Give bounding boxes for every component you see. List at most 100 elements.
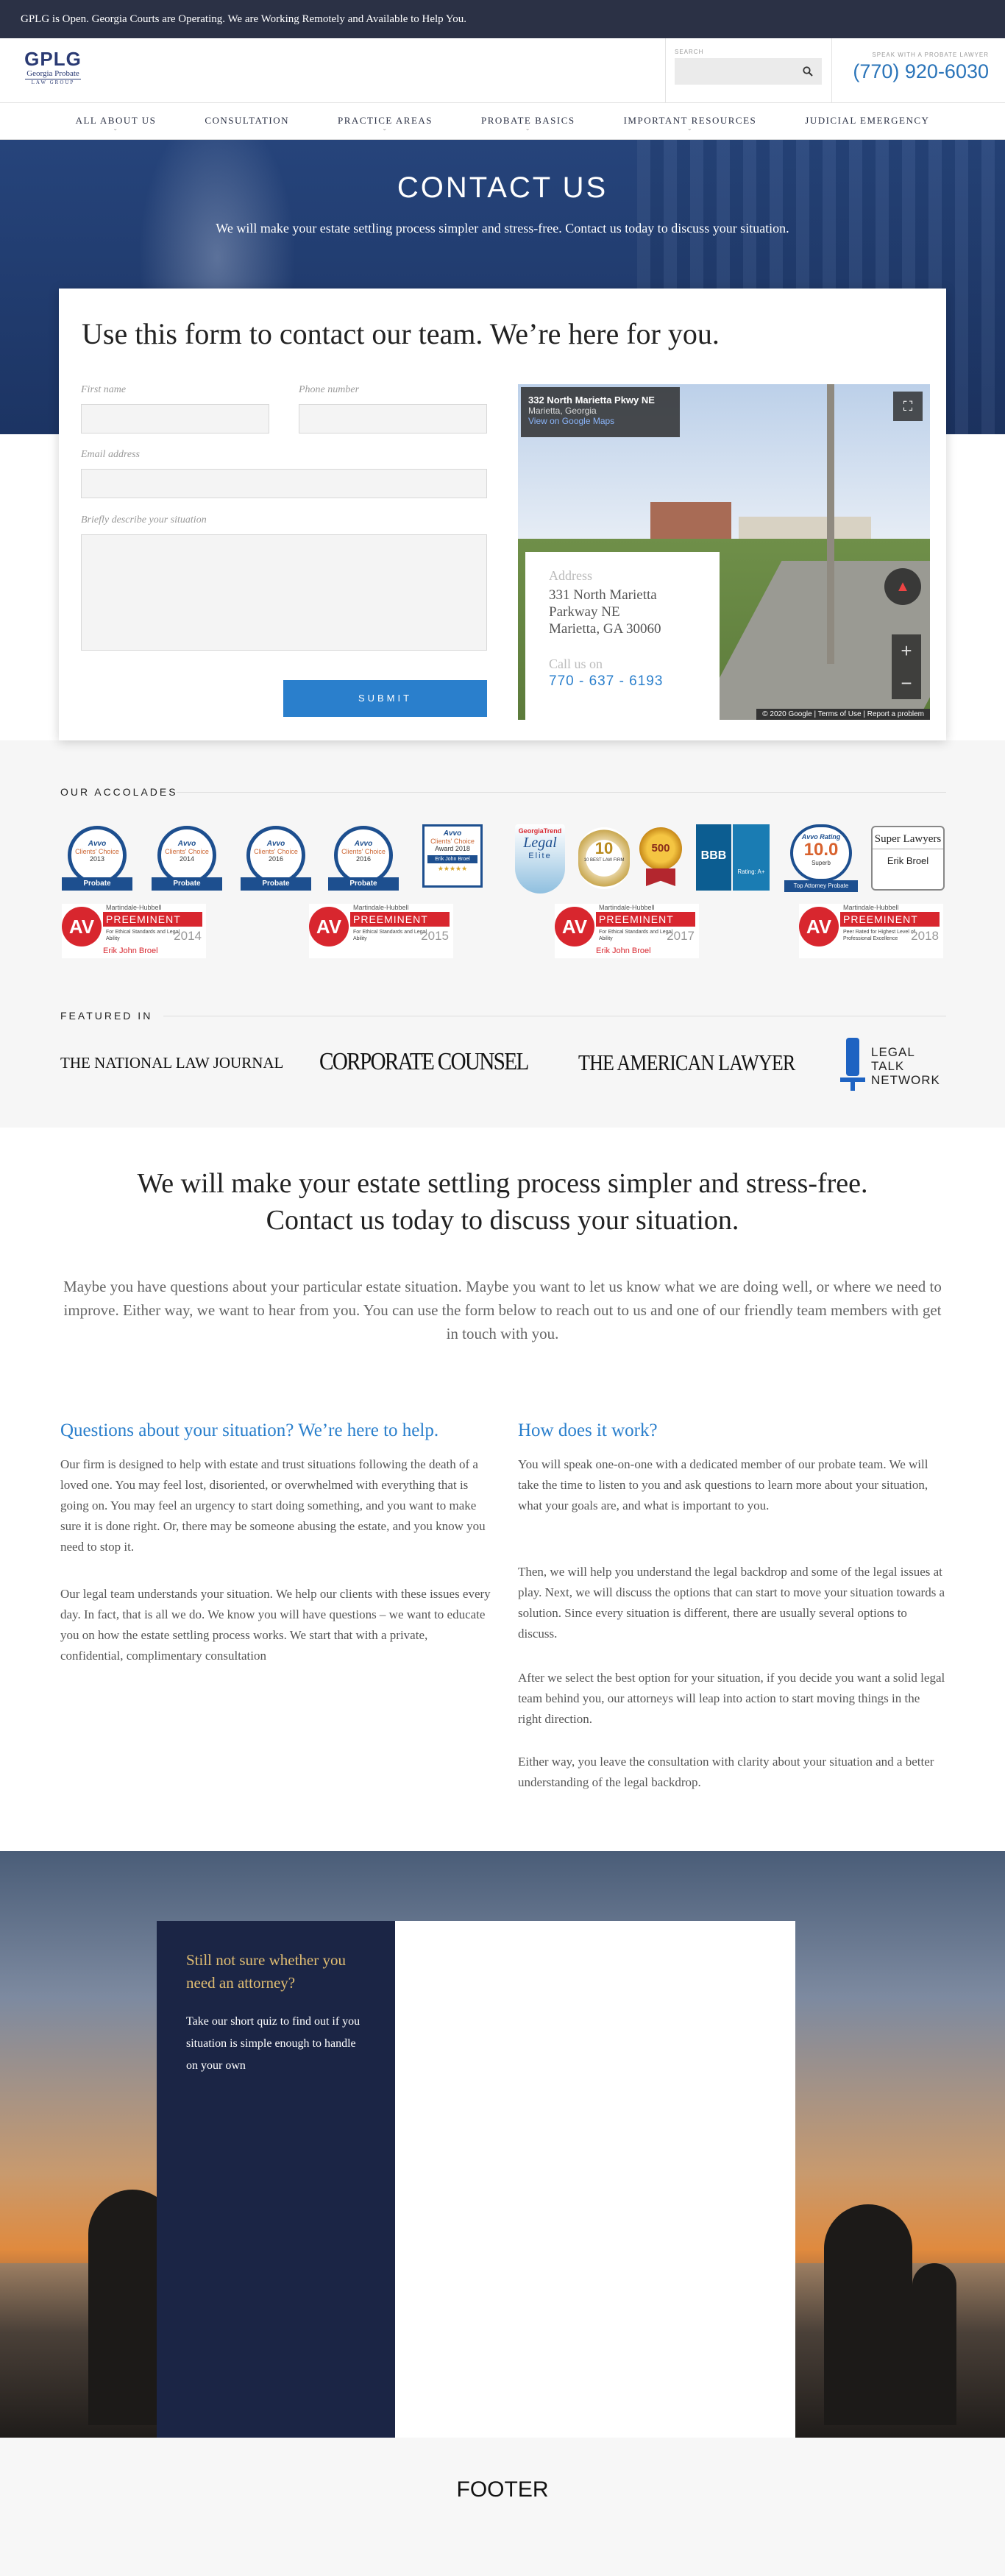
search-input[interactable] <box>675 58 822 85</box>
logo-name: Georgia Probate <box>26 69 79 78</box>
badge-year: 2013 <box>89 855 105 863</box>
national-law-journal-logo[interactable]: THE NATIONAL LAW JOURNAL <box>60 1054 283 1072</box>
family-silhouette <box>912 2263 956 2425</box>
badge-year: 2016 <box>268 855 284 863</box>
email-field[interactable] <box>81 469 487 498</box>
chevron-down-icon: ⌄ <box>382 125 388 132</box>
call-label: Call us on <box>549 657 603 671</box>
map-embed[interactable]: 332 North Marietta Pkwy NE Marietta, Geo… <box>518 384 930 720</box>
search-icon[interactable] <box>803 66 813 77</box>
map-place-title: 332 North Marietta Pkwy NE <box>528 394 655 406</box>
badge-ribbon: Probate <box>152 877 222 891</box>
submit-button[interactable]: SUBMIT <box>283 680 487 717</box>
zoom-in-icon[interactable]: + <box>892 634 921 667</box>
medal-face: 500 <box>639 827 682 870</box>
map-attribution[interactable]: © 2020 Google | Terms of Use | Report a … <box>756 709 930 720</box>
av-logo: AV <box>62 907 102 946</box>
av-logo: AV <box>799 907 839 946</box>
nav-item-label: IMPORTANT RESOURCES <box>623 115 757 126</box>
badge-ribbon: Probate <box>241 877 311 891</box>
corporate-counsel-logo[interactable]: CORPORATE COUNSEL <box>319 1048 529 1076</box>
address-line: Parkway NE <box>549 604 620 620</box>
accolades-title: OUR ACCOLADES <box>60 786 178 798</box>
av-logo: AV <box>555 907 594 946</box>
chevron-down-icon <box>205 125 289 132</box>
chevron-down-icon: ⌄ <box>686 125 694 132</box>
main-nav: ALL ABOUT US ⌄ CONSULTATION PRACTICE AREA… <box>0 103 1005 140</box>
avvo-award-badge: Avvo Clients' Choice Award 2018 Erik Joh… <box>422 824 483 888</box>
badge-description: For Ethical Standards and Legal Ability <box>599 930 673 941</box>
legal-talk-network-logo[interactable]: LEGAL TALK NETWORK <box>840 1038 945 1091</box>
nav-item-all-about-us[interactable]: ALL ABOUT US ⌄ <box>52 103 181 139</box>
nav-item-judicial-emergency[interactable]: JUDICIAL EMERGENCY <box>781 103 953 139</box>
call-number-link[interactable]: 770 - 637 - 6193 <box>549 673 696 690</box>
badge-ribbon: Probate <box>328 877 399 891</box>
avvo-clients-choice-badge: Avvo Clients' Choice 2016 Probate <box>241 826 311 891</box>
nav-item-practice-areas[interactable]: PRACTICE AREAS ⌄ <box>313 103 457 139</box>
badge-title: PREEMINENT <box>103 912 202 927</box>
nav-item-important-resources[interactable]: IMPORTANT RESOURCES ⌄ <box>600 103 781 139</box>
super-lawyers-badge: Super Lawyers Erik Broel <box>871 826 945 891</box>
site-header: GPLG Georgia Probate LAW GROUP SEARCH SP… <box>0 38 1005 103</box>
right-column-paragraph: After we select the best option for your… <box>518 1671 945 1726</box>
phone-number-field[interactable] <box>299 404 487 434</box>
badge-ribbon: Probate <box>62 877 132 891</box>
zoom-out-icon[interactable]: − <box>892 667 921 699</box>
phone-label: SPEAK WITH A PROBATE LAWYER <box>872 52 989 58</box>
address-box: Address 331 North Marietta Parkway NE Ma… <box>525 552 720 720</box>
contact-form-card: Use this form to contact our team. We’re… <box>59 289 946 740</box>
badge-description: For Ethical Standards and Legal Ability <box>106 930 180 941</box>
quiz-section: Still not sure whether you need an attor… <box>0 1851 1005 2438</box>
badge-top: GeorgiaTrend <box>518 827 562 835</box>
site-logo[interactable]: GPLG Georgia Probate LAW GROUP <box>15 49 91 93</box>
badge-title: PREEMINENT <box>596 912 695 927</box>
top-attorney-medal: 500 <box>637 827 684 889</box>
badge-name: Erik John Broel <box>596 946 651 955</box>
avvo-rating-badge: Avvo Rating 10.0 Superb Top Attorney Pro… <box>784 824 858 892</box>
badge-ring: Avvo Clients' Choice 2013 <box>68 826 127 885</box>
nav-item-label: ALL ABOUT US <box>75 115 157 126</box>
badge-label: Clients' Choice <box>430 838 475 845</box>
first-name-field[interactable] <box>81 404 269 434</box>
intro-heading-line: We will make your estate settling proces… <box>137 1168 868 1199</box>
badge-brand: Avvo <box>354 840 373 848</box>
badge-num: 10 <box>594 839 614 857</box>
medal-ribbon <box>646 868 675 886</box>
map-zoom-control: + − <box>892 634 921 699</box>
american-lawyer-logo[interactable]: THE AMERICAN LAWYER <box>578 1050 795 1076</box>
phone-link[interactable]: (770) 920-6030 <box>853 60 989 83</box>
address-line: 331 North Marietta <box>549 587 657 603</box>
quiz-embed-panel[interactable] <box>395 1921 795 2438</box>
badge-name: Erik Broel <box>887 855 929 866</box>
badge-label: Clients' Choice <box>341 848 386 855</box>
compass-icon[interactable]: ▲ <box>884 568 921 605</box>
bbb-logo: BBB <box>696 824 731 891</box>
announcement-bar: GPLG is Open. Georgia Courts are Operati… <box>0 0 1005 38</box>
form-heading: Use this form to contact our team. We’re… <box>82 317 720 350</box>
badge-brand: Martindale-Hubbell <box>599 904 655 911</box>
av-logo: AV <box>309 907 349 946</box>
badge-name: Erik John Broel <box>103 946 158 955</box>
email-label: Email address <box>81 449 140 460</box>
quiz-body: Take our short quiz to find out if you s… <box>186 2015 361 2072</box>
situation-textarea[interactable] <box>81 534 487 651</box>
badge-description: Peer Rated for Highest Level of Professi… <box>843 930 915 941</box>
logo-sub: LAW GROUP <box>25 79 81 85</box>
search-label: SEARCH <box>675 49 704 55</box>
nav-item-label: CONSULTATION <box>205 115 290 126</box>
hero-subtitle: We will make your estate settling proces… <box>216 221 789 236</box>
martindale-av-preeminent-badge: AV Martindale-Hubbell PREEMINENT For Eth… <box>555 904 699 958</box>
badge-label: Clients' Choice <box>75 848 119 855</box>
view-on-google-maps-link[interactable]: View on Google Maps <box>528 416 672 426</box>
footer-label: FOOTER <box>456 2477 549 2502</box>
badge-brand: Martindale-Hubbell <box>843 904 899 911</box>
fullscreen-icon[interactable]: ⛶ <box>893 392 923 421</box>
nav-item-probate-basics[interactable]: PROBATE BASICS ⌄ <box>457 103 600 139</box>
map-place-sub: Marietta, Georgia <box>528 406 597 416</box>
legal-talk-network-name: LEGAL TALK NETWORK <box>871 1045 940 1087</box>
badge-brand: Martindale-Hubbell <box>353 904 409 911</box>
badge-title: PREEMINENT <box>840 912 940 927</box>
georgia-trend-badge: GeorgiaTrend Legal Elite <box>515 824 565 894</box>
nav-item-consultation[interactable]: CONSULTATION <box>180 103 313 139</box>
nav-item-label: PROBATE BASICS <box>481 115 575 126</box>
